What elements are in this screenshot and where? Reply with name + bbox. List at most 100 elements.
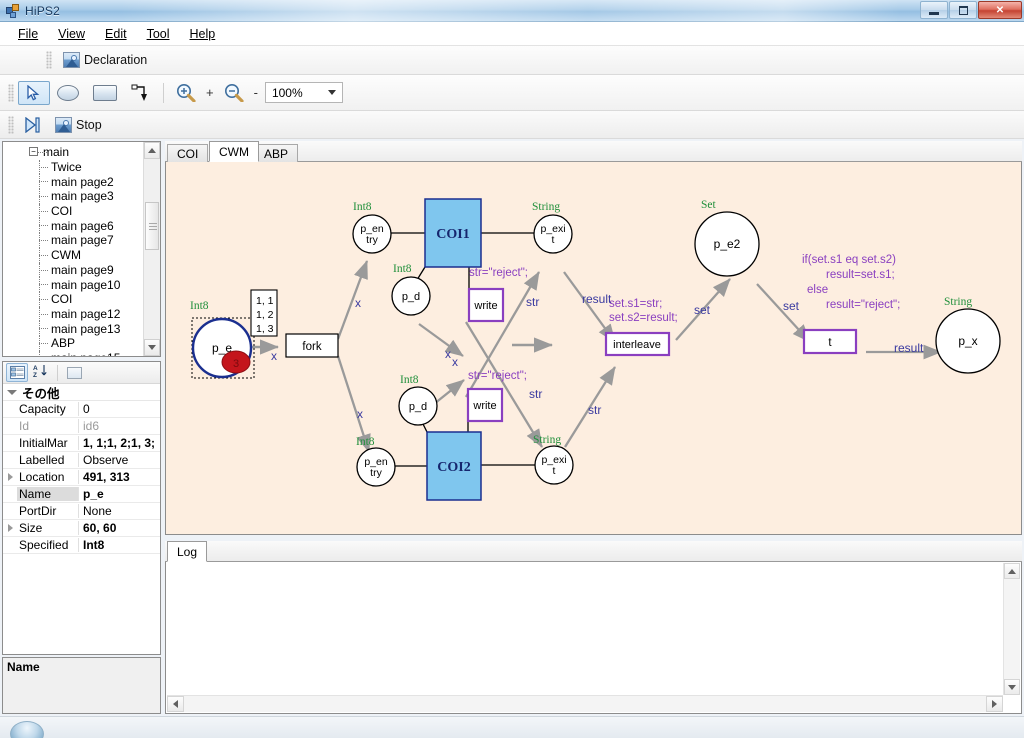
tree-node-item[interactable]: main page6 bbox=[3, 218, 143, 234]
tree-node-item[interactable]: COI bbox=[3, 291, 143, 307]
toolbar-grip[interactable] bbox=[46, 51, 52, 69]
scroll-thumb[interactable] bbox=[145, 202, 159, 250]
property-row-id[interactable]: Id id6 bbox=[3, 418, 160, 435]
arc-label-x: x bbox=[445, 347, 451, 361]
menu-view-label: View bbox=[58, 26, 86, 41]
log-vertical-scrollbar[interactable] bbox=[1003, 563, 1020, 695]
svg-text:A: A bbox=[33, 365, 38, 372]
toolbar-grip-2[interactable] bbox=[8, 83, 14, 102]
categorized-view-button[interactable] bbox=[6, 363, 28, 382]
tree-node-item[interactable]: CWM bbox=[3, 247, 143, 263]
toolbar-grip-3[interactable] bbox=[8, 115, 14, 134]
place-p_x-type: String bbox=[944, 296, 972, 308]
property-name: Id bbox=[17, 419, 79, 433]
property-row-capacity[interactable]: Capacity 0 bbox=[3, 401, 160, 418]
picture-icon bbox=[63, 52, 80, 68]
chevron-up-icon bbox=[1008, 568, 1016, 574]
log-scroll-right-button[interactable] bbox=[986, 696, 1003, 712]
transition-fork-group[interactable]: fork bbox=[285, 333, 339, 358]
tab-log[interactable]: Log bbox=[167, 541, 208, 562]
tree-node-item[interactable]: main page9 bbox=[3, 262, 143, 278]
property-expander[interactable] bbox=[3, 524, 17, 532]
property-value[interactable]: 1, 1;1, 2;1, 3; bbox=[79, 436, 160, 450]
property-row-size[interactable]: Size 60, 60 bbox=[3, 520, 160, 537]
zoom-out-button[interactable] bbox=[217, 81, 251, 105]
tab-label: ABP bbox=[264, 147, 289, 161]
maximize-button[interactable] bbox=[949, 1, 977, 19]
tree-node-item[interactable]: main page15 bbox=[3, 350, 143, 356]
ellipse-tool-button[interactable] bbox=[50, 81, 86, 105]
property-toolbar-separator bbox=[57, 364, 58, 381]
tree-node-item[interactable]: main page2 bbox=[3, 174, 143, 190]
tree-node-item[interactable]: COI bbox=[3, 203, 143, 219]
property-category-header[interactable]: その他 bbox=[3, 384, 160, 401]
property-name: Size bbox=[17, 521, 79, 535]
log-scroll-left-button[interactable] bbox=[167, 696, 184, 712]
tab-cwm[interactable]: CWM bbox=[209, 141, 259, 162]
rectangle-shape-icon bbox=[93, 84, 117, 101]
cursor-arrow-icon bbox=[25, 84, 43, 102]
petri-net-canvas[interactable]: COI1 COI2 p_e 3 Int8 1, 1 1, 2 1, 3 fork… bbox=[165, 162, 1022, 535]
property-value[interactable]: Int8 bbox=[79, 538, 160, 552]
tab-coi[interactable]: COI bbox=[167, 144, 209, 162]
tree-node-item[interactable]: main page13 bbox=[3, 321, 143, 336]
property-row-labelled[interactable]: Labelled Observe bbox=[3, 452, 160, 469]
zoom-in-button[interactable] bbox=[169, 81, 203, 105]
property-row-initialmarking[interactable]: InitialMar 1, 1;1, 2;1, 3; bbox=[3, 435, 160, 452]
minimize-button[interactable] bbox=[920, 1, 948, 19]
arc-label-set: set bbox=[783, 299, 800, 313]
tree-node-item[interactable]: main page12 bbox=[3, 306, 143, 322]
property-value[interactable]: 60, 60 bbox=[79, 521, 160, 535]
place-p_e-group[interactable]: p_e 3 Int8 bbox=[190, 300, 255, 379]
close-button[interactable]: ✕ bbox=[978, 1, 1022, 19]
tree-node-item[interactable]: main page7 bbox=[3, 233, 143, 248]
tree-expander-icon[interactable]: − bbox=[29, 147, 38, 156]
page-tree: − main Twice main page2 main page3 COI m… bbox=[3, 142, 143, 356]
log-text-area[interactable] bbox=[168, 564, 1002, 694]
tab-abp[interactable]: ABP bbox=[254, 144, 299, 162]
select-tool-button[interactable] bbox=[18, 80, 50, 105]
menu-bar: File View Edit Tool Help bbox=[0, 22, 1024, 46]
property-pages-button[interactable] bbox=[63, 363, 85, 382]
run-step-button[interactable] bbox=[18, 113, 48, 137]
menu-edit[interactable]: Edit bbox=[95, 24, 137, 44]
toolbar-drawing: + - 100% bbox=[0, 75, 1024, 111]
log-horizontal-scrollbar[interactable] bbox=[167, 695, 1003, 712]
property-expander[interactable] bbox=[3, 473, 17, 481]
arc-tool-button[interactable] bbox=[124, 81, 158, 105]
chevron-left-icon bbox=[173, 700, 178, 708]
menu-help[interactable]: Help bbox=[180, 24, 226, 44]
place-p_e2-label: p_e2 bbox=[714, 237, 741, 251]
log-scroll-up-button[interactable] bbox=[1004, 563, 1020, 579]
scroll-up-button[interactable] bbox=[144, 142, 160, 159]
menu-view[interactable]: View bbox=[48, 24, 95, 44]
property-value[interactable]: p_e bbox=[79, 487, 160, 501]
tree-vertical-scrollbar[interactable] bbox=[143, 142, 160, 356]
property-value[interactable]: 0 bbox=[79, 402, 160, 416]
transition-interleave-label: interleave bbox=[613, 339, 661, 351]
alphabetical-sort-button[interactable]: A Z bbox=[30, 363, 52, 382]
menu-file[interactable]: File bbox=[8, 24, 48, 44]
property-row-name[interactable]: Name p_e bbox=[3, 486, 160, 503]
stop-button[interactable]: Stop bbox=[48, 113, 109, 137]
property-row-portdir[interactable]: PortDir None bbox=[3, 503, 160, 520]
grid-categorized-icon bbox=[9, 366, 25, 379]
guard-t-line4: result="reject"; bbox=[826, 299, 900, 311]
tree-node-item[interactable]: ABP bbox=[3, 335, 143, 351]
rectangle-tool-button[interactable] bbox=[86, 81, 124, 105]
tree-node-item[interactable]: main page10 bbox=[3, 277, 143, 292]
tree-node-root[interactable]: − main bbox=[3, 145, 143, 160]
log-scroll-down-button[interactable] bbox=[1004, 679, 1020, 695]
tree-item-label: ABP bbox=[51, 336, 76, 351]
tree-node-item[interactable]: main page3 bbox=[3, 189, 143, 204]
scroll-down-button[interactable] bbox=[144, 339, 160, 356]
tree-node-item[interactable]: Twice bbox=[3, 159, 143, 175]
property-value[interactable]: Observe bbox=[79, 453, 160, 467]
property-value[interactable]: None bbox=[79, 504, 160, 518]
property-value[interactable]: 491, 313 bbox=[79, 470, 160, 484]
declaration-button[interactable]: Declaration bbox=[56, 48, 154, 72]
property-row-location[interactable]: Location 491, 313 bbox=[3, 469, 160, 486]
property-row-specified[interactable]: Specified Int8 bbox=[3, 537, 160, 554]
zoom-level-combobox[interactable]: 100% bbox=[264, 82, 343, 103]
menu-tool[interactable]: Tool bbox=[137, 24, 180, 44]
